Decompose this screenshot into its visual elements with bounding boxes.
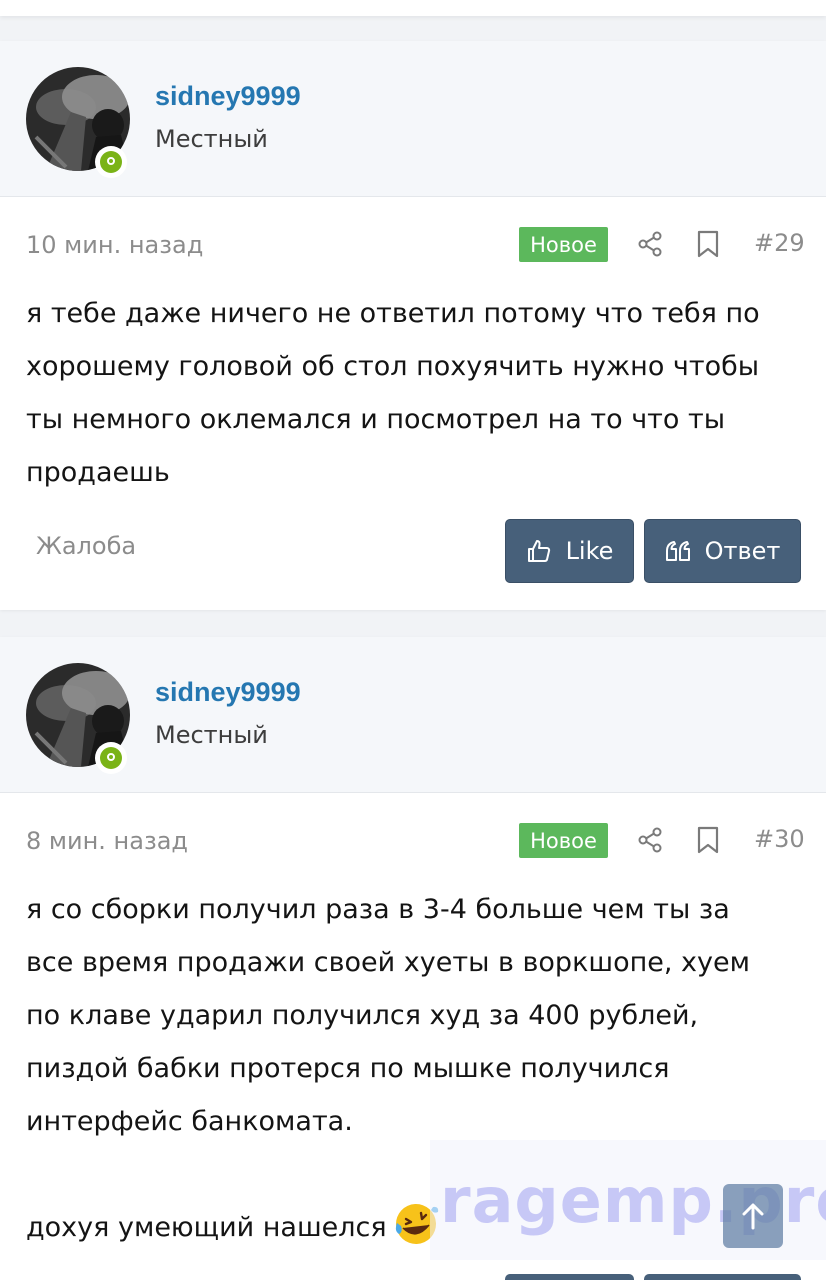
- online-status-icon: [95, 146, 127, 178]
- post-actions: Жалоба Like Ответ: [0, 499, 826, 599]
- arrow-up-icon: [742, 1203, 764, 1230]
- post-time[interactable]: 10 мин. назад: [26, 231, 203, 259]
- reply-button[interactable]: Ответ: [644, 519, 801, 583]
- user-title: Местный: [155, 721, 268, 749]
- post-meta: 10 мин. назад Новое #29: [0, 197, 826, 287]
- like-label: Like: [565, 537, 614, 565]
- post-header: sidney9999 Местный: [0, 41, 826, 197]
- message-line: я со сборки получил раза в 3-4 больше че…: [26, 894, 730, 925]
- previous-post-card: [0, 0, 826, 16]
- reply-button-partial[interactable]: [644, 1274, 801, 1280]
- message-line: хорошему головой об стол похуячить нужно…: [26, 351, 760, 382]
- reply-label: Ответ: [704, 537, 781, 565]
- post-header: sidney9999 Местный: [0, 637, 826, 793]
- post-number-link[interactable]: #29: [754, 229, 805, 257]
- message-line: по клаве ударил получился худ за 400 руб…: [26, 1000, 699, 1031]
- new-badge: Новое: [519, 823, 608, 858]
- scroll-to-top-button[interactable]: [723, 1184, 783, 1248]
- share-icon[interactable]: [636, 826, 664, 854]
- quote-icon: [665, 541, 690, 561]
- user-title: Местный: [155, 125, 268, 153]
- like-button-partial[interactable]: [505, 1274, 634, 1280]
- post-number-link[interactable]: #30: [754, 825, 805, 853]
- message-line: дохуя умеющий нашелся: [26, 1212, 387, 1243]
- message-line: все время продажи своей хуеты в воркшопе…: [26, 947, 750, 978]
- message-line: пиздой бабки протерся по мышке получился: [26, 1053, 670, 1084]
- post-time[interactable]: 8 мин. назад: [26, 827, 188, 855]
- share-icon[interactable]: [636, 230, 664, 258]
- report-link[interactable]: Жалоба: [36, 532, 136, 560]
- bookmark-icon[interactable]: [694, 825, 722, 855]
- like-button[interactable]: Like: [505, 519, 634, 583]
- message-line: я тебе даже ничего не ответил потому что…: [26, 298, 760, 329]
- message-line: ты немного оклемался и посмотрел на то ч…: [26, 404, 726, 435]
- bookmark-icon[interactable]: [694, 229, 722, 259]
- username-link[interactable]: sidney9999: [155, 677, 301, 708]
- post-meta: 8 мин. назад Новое #30: [0, 793, 826, 883]
- thumbs-up-icon: [527, 540, 550, 562]
- username-link[interactable]: sidney9999: [155, 81, 301, 112]
- message-body: я тебе даже ничего не ответил потому что…: [0, 287, 826, 499]
- post-29: sidney9999 Местный 10 мин. назад Новое #…: [0, 41, 826, 610]
- new-badge: Новое: [519, 227, 608, 262]
- message-line: продаешь: [26, 457, 170, 488]
- online-status-icon: [95, 742, 127, 774]
